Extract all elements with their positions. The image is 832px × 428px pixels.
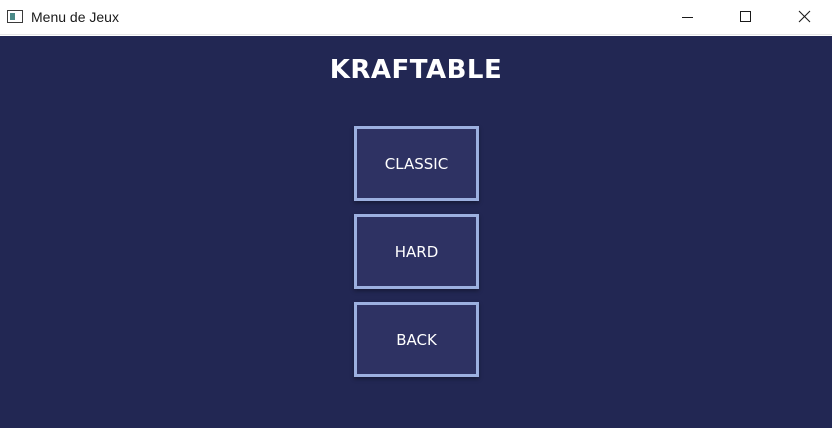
menu-screen: KRAFTABLE CLASSIC HARD BACK xyxy=(0,36,832,428)
window-title: Menu de Jeux xyxy=(31,9,119,25)
minimize-button[interactable] xyxy=(664,0,710,35)
hard-button-label: HARD xyxy=(394,242,439,261)
classic-button-label: CLASSIC xyxy=(384,154,449,173)
game-title: KRAFTABLE xyxy=(329,55,503,85)
title-bar[interactable]: Menu de Jeux xyxy=(0,0,832,35)
app-window: Menu de Jeux KRAFTABLE CLASSIC HARD BACK xyxy=(0,0,832,428)
maximize-icon xyxy=(740,11,751,22)
minimize-icon xyxy=(682,17,693,18)
close-button[interactable] xyxy=(781,0,827,35)
hard-button[interactable]: HARD xyxy=(354,214,479,289)
classic-button[interactable]: CLASSIC xyxy=(354,126,479,201)
back-button-label: BACK xyxy=(396,330,437,349)
close-icon xyxy=(798,10,811,23)
maximize-button[interactable] xyxy=(722,0,768,35)
app-window-icon xyxy=(7,10,23,23)
back-button[interactable]: BACK xyxy=(354,302,479,377)
